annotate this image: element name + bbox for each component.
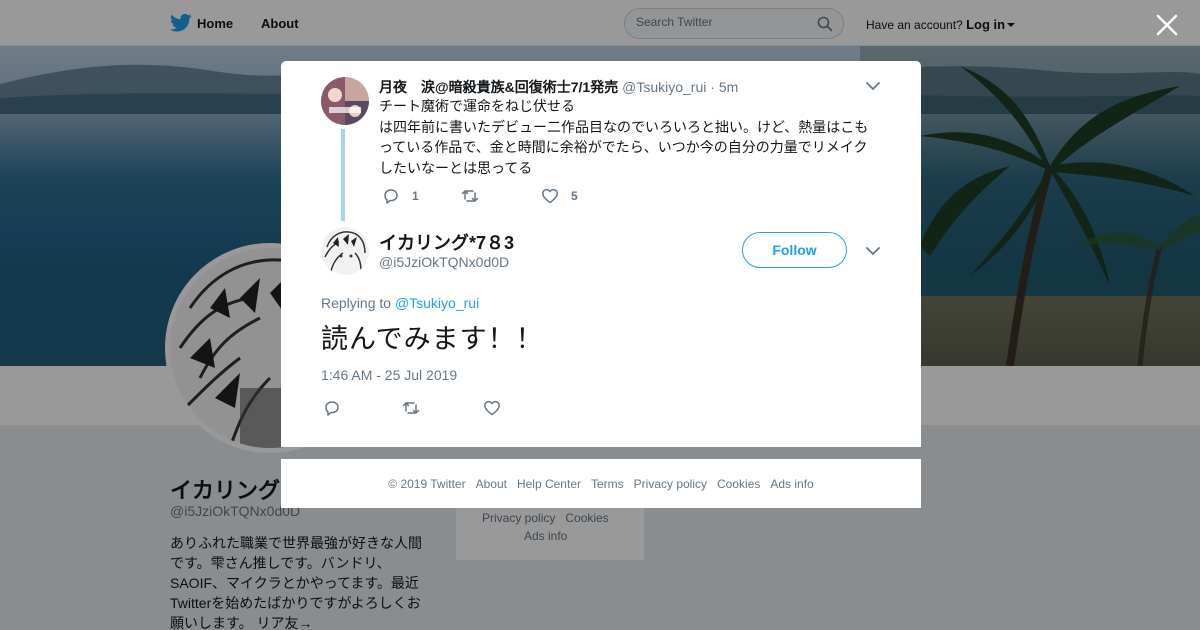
chevron-down-icon[interactable] xyxy=(866,246,880,256)
modal-footer: © 2019 Twitter About Help Center Terms P… xyxy=(281,459,921,508)
retweet-icon[interactable] xyxy=(402,399,420,417)
replying-to-link[interactable]: @Tsukiyo_rui xyxy=(395,295,479,311)
parent-reply-count: 1 xyxy=(412,189,419,203)
tweet-permalink-modal: 月夜 涙@暗殺貴族&回復術士7/1発売 @Tsukiyo_rui · 5m チー… xyxy=(281,61,921,447)
main-tweet-timestamp[interactable]: 1:46 AM - 25 Jul 2019 xyxy=(321,367,457,383)
parent-tweet-text: チート魔術で運命をねじ伏せる は四年前に書いたデビュー二作品目なのでいろいろと拙… xyxy=(379,96,879,178)
retweet-icon[interactable] xyxy=(461,187,479,205)
heart-icon[interactable] xyxy=(541,187,559,205)
replying-to-line: Replying to @Tsukiyo_rui xyxy=(321,295,479,311)
reply-icon[interactable] xyxy=(323,399,341,417)
parent-like-action[interactable]: 5 xyxy=(541,187,578,205)
parent-author-handle[interactable]: @Tsukiyo_rui xyxy=(622,79,706,95)
close-icon[interactable] xyxy=(1154,12,1180,38)
replying-to-prefix: Replying to xyxy=(321,295,392,311)
footer-privacy-link[interactable]: Privacy policy xyxy=(634,477,707,491)
heart-icon[interactable] xyxy=(483,399,501,417)
footer-ads-link[interactable]: Ads info xyxy=(770,477,813,491)
parent-author-line[interactable]: 月夜 涙@暗殺貴族&回復術士7/1発売 @Tsukiyo_rui · 5m xyxy=(379,77,738,97)
thread-connector-line xyxy=(341,129,345,221)
parent-retweet-action[interactable] xyxy=(461,187,491,205)
main-author-avatar[interactable] xyxy=(321,227,369,275)
parent-author-avatar[interactable] xyxy=(321,77,369,125)
footer-cookies-link[interactable]: Cookies xyxy=(717,477,760,491)
chevron-down-icon[interactable] xyxy=(866,81,880,91)
main-author-handle[interactable]: @i5JziOkTQNx0d0D xyxy=(379,254,509,270)
parent-tweet-body: は四年前に書いたデビュー二作品目なのでいろいろと拙い。けど、熱量はこもっている作… xyxy=(379,118,869,176)
footer-copyright: © 2019 Twitter xyxy=(388,476,466,491)
main-author-name[interactable]: イカリング*7８3 xyxy=(379,229,514,255)
parent-like-count: 5 xyxy=(571,189,578,203)
parent-tweet-time[interactable]: · 5m xyxy=(710,79,738,95)
footer-terms-link[interactable]: Terms xyxy=(591,477,624,491)
reply-icon[interactable] xyxy=(382,187,400,205)
main-tweet-text: 読んでみます！！ xyxy=(321,324,544,354)
parent-reply-action[interactable]: 1 xyxy=(382,187,419,205)
footer-help-link[interactable]: Help Center xyxy=(517,477,581,491)
parent-author-name[interactable]: 月夜 涙@暗殺貴族&回復術士7/1発売 xyxy=(379,79,618,95)
footer-about-link[interactable]: About xyxy=(476,477,507,491)
follow-button[interactable]: Follow xyxy=(742,232,847,268)
parent-tweet-title-line: チート魔術で運命をねじ伏せる xyxy=(379,98,575,114)
